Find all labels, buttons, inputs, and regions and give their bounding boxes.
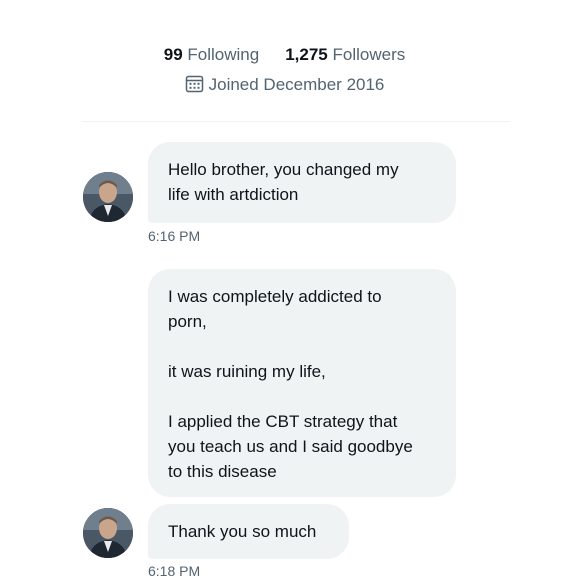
message-bubble[interactable]: Hello brother, you changed my life with … bbox=[148, 142, 456, 223]
followers-label[interactable]: Followers bbox=[333, 45, 406, 64]
followers-count[interactable]: 1,275 bbox=[285, 45, 328, 64]
joined-date: Joined December 2016 bbox=[0, 73, 569, 100]
profile-stats: 99 Following 1,275 Followers bbox=[0, 43, 569, 67]
sender-avatar[interactable] bbox=[83, 508, 133, 558]
message-bubble[interactable]: I was completely addicted to porn, it wa… bbox=[148, 269, 456, 497]
calendar-icon bbox=[185, 74, 204, 100]
message-text: Thank you so much bbox=[168, 522, 317, 541]
sender-avatar[interactable] bbox=[83, 172, 133, 222]
message-paragraph: I applied the CBT strategy that you teac… bbox=[168, 412, 413, 481]
message-bubble[interactable]: Thank you so much bbox=[148, 504, 349, 559]
joined-text: Joined December 2016 bbox=[208, 75, 385, 94]
message-paragraph: it was ruining my life, bbox=[168, 362, 326, 381]
divider bbox=[82, 121, 510, 122]
message-paragraph: I was completely addicted to porn, bbox=[168, 287, 382, 331]
message-timestamp: 6:16 PM bbox=[148, 228, 201, 244]
following-label[interactable]: Following bbox=[187, 45, 259, 64]
message-text: Hello brother, you changed my life with … bbox=[168, 160, 399, 204]
message-timestamp: 6:18 PM bbox=[148, 563, 201, 579]
following-count[interactable]: 99 bbox=[164, 45, 183, 64]
